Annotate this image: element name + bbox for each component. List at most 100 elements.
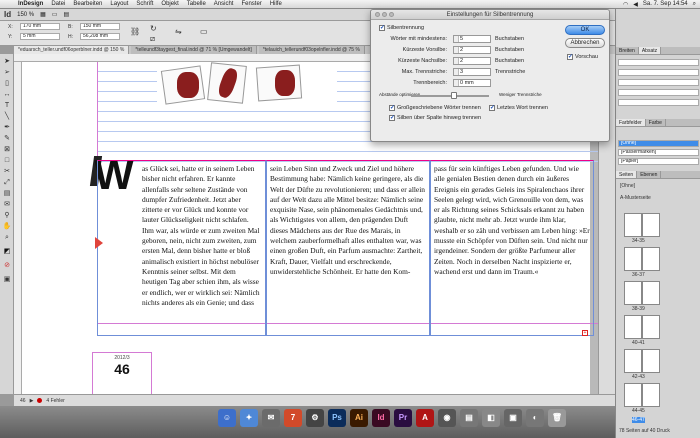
across-column-checkbox[interactable]: ✓ Silben über Spalte hinweg trennen <box>389 115 481 121</box>
hand-tool-icon[interactable]: ✋ <box>2 223 12 231</box>
zoom-level[interactable]: 150 % <box>17 12 34 18</box>
photoshop-dock-icon[interactable]: Ps <box>328 409 346 427</box>
text-frame-column-2[interactable]: sein Leben Sinn und Zweck und Ziel und h… <box>266 160 430 336</box>
page-tool-icon[interactable]: ▯ <box>2 80 12 88</box>
page-thumbnail[interactable] <box>642 349 660 373</box>
capitalized-words-checkbox[interactable]: ✓ Großgeschriebene Wörter trennen <box>389 105 481 111</box>
last-word-checkbox[interactable]: ✓ Letztes Wort trennen <box>489 105 548 111</box>
app-dock-icon[interactable]: ▣ <box>504 409 522 427</box>
paragraph-indent-field[interactable] <box>618 69 699 76</box>
page-thumbnail[interactable] <box>624 247 642 271</box>
calendar-dock-icon[interactable]: 7 <box>284 409 302 427</box>
stepper-icon[interactable] <box>454 58 459 64</box>
paragraph-indent-field[interactable] <box>618 59 699 66</box>
type-tool-icon[interactable]: T <box>2 102 12 110</box>
y-field[interactable]: 5 mm <box>20 33 60 40</box>
master-a[interactable]: A-Musterseite <box>620 195 651 201</box>
tab-document-3[interactable]: *telauich_tellerundf03opelnfler.indd @ 7… <box>258 46 365 54</box>
preferences-dock-icon[interactable]: ⚙ <box>306 409 324 427</box>
menu-schrift[interactable]: Schrift <box>132 1 157 7</box>
page-thumbnail[interactable] <box>642 281 660 305</box>
preview-checkbox[interactable]: ✓ Vorschau <box>567 54 598 60</box>
page-thumbnail[interactable] <box>624 281 642 305</box>
illustrator-dock-icon[interactable]: Ai <box>350 409 368 427</box>
fill-stroke-icon[interactable]: ◩ <box>2 248 12 256</box>
close-icon[interactable] <box>375 12 380 17</box>
trash-dock-icon[interactable]: 🗑 <box>548 409 566 427</box>
folio-box[interactable]: 2012/3 46 <box>92 352 152 394</box>
page-thumbnail[interactable] <box>624 349 642 373</box>
tab-document-2[interactable]: *telleundf3taygest_final.indd @ 71 % [Um… <box>131 46 257 54</box>
page-navigation-field[interactable]: 46 <box>20 398 26 404</box>
tab-seiten[interactable]: Seiten <box>616 171 638 178</box>
tab-breiten[interactable]: Breiten <box>616 47 639 54</box>
zoom-tool-icon[interactable]: ⌕ <box>2 234 12 242</box>
tab-farbfelder[interactable]: Farbfelder <box>616 119 646 126</box>
hyphenation-slider[interactable] <box>411 92 489 99</box>
spread-label-selected[interactable]: 46-47 <box>632 417 645 423</box>
menu-tabelle[interactable]: Tabelle <box>183 1 210 7</box>
direct-selection-tool-icon[interactable]: ➢ <box>2 69 12 77</box>
swatch-paper[interactable]: [Papier] <box>618 158 699 165</box>
menu-app[interactable]: InDesign <box>14 1 47 7</box>
menu-bearbeiten[interactable]: Bearbeiten <box>69 1 106 7</box>
volume-icon[interactable]: ◀ <box>633 1 638 8</box>
menu-ansicht[interactable]: Ansicht <box>210 1 238 7</box>
menu-objekt[interactable]: Objekt <box>157 1 182 7</box>
stroke-icon[interactable]: ▭ <box>200 27 208 36</box>
stepper-icon[interactable] <box>454 69 459 75</box>
slider-knob[interactable] <box>451 92 457 99</box>
zoom-icon[interactable] <box>389 12 394 17</box>
stepper-icon[interactable] <box>454 80 459 86</box>
next-page-icon[interactable]: ▶ <box>30 398 34 404</box>
cancel-button[interactable]: Abbrechen <box>565 38 605 48</box>
indesign-dock-icon[interactable]: Id <box>372 409 390 427</box>
note-tool-icon[interactable]: ✉ <box>2 201 12 209</box>
minimize-icon[interactable] <box>382 12 387 17</box>
max-hyphens-input[interactable]: 3 <box>453 68 491 76</box>
finder-dock-icon[interactable]: ☺ <box>218 409 236 427</box>
app-dock-icon[interactable]: ▤ <box>460 409 478 427</box>
hyphenation-checkbox[interactable]: ✓ Silbentrennung <box>379 25 424 31</box>
overset-text-icon[interactable]: + <box>582 330 588 336</box>
min-word-input[interactable]: 5 <box>453 35 491 43</box>
swatch-registration[interactable]: [Passermarken] <box>618 149 699 156</box>
flip-icon[interactable]: ⇋ <box>175 27 182 36</box>
view-mode-icon[interactable]: ▣ <box>2 276 12 284</box>
page-thumbnail[interactable] <box>642 247 660 271</box>
min-prefix-input[interactable]: 2 <box>453 46 491 54</box>
page-thumbnail[interactable] <box>642 213 660 237</box>
arrange-icon[interactable]: ▤ <box>63 11 69 18</box>
apply-none-icon[interactable]: ⊘ <box>2 262 12 270</box>
dropcap-field[interactable] <box>618 99 699 106</box>
free-transform-tool-icon[interactable]: ⤢ <box>2 179 12 187</box>
tab-absatz[interactable]: Absatz <box>638 47 662 54</box>
text-frame-column-3[interactable]: pass für sein künftiges Leben gefunden. … <box>430 160 594 336</box>
dialog-titlebar[interactable]: Einstellungen für Silbentrennung <box>371 10 609 20</box>
page-thumbnail[interactable] <box>642 315 660 339</box>
spotlight-icon[interactable]: ⌕ <box>693 1 696 8</box>
page-thumbnail[interactable] <box>624 213 642 237</box>
x-field[interactable]: 170 mm <box>20 23 60 30</box>
tab-document-1[interactable]: *eduarsch_teller.undf06operblner.indd @ … <box>14 46 130 54</box>
wifi-icon[interactable]: ◠ <box>623 1 628 8</box>
line-tool-icon[interactable]: ╲ <box>2 113 12 121</box>
constrain-icon[interactable]: ⛓ <box>130 27 140 36</box>
vertical-ruler[interactable] <box>14 62 22 394</box>
app-dock-icon[interactable]: ◉ <box>438 409 456 427</box>
page-thumbnail[interactable] <box>624 383 642 407</box>
page-thumbnail[interactable] <box>624 315 642 339</box>
gradient-tool-icon[interactable]: ▤ <box>2 190 12 198</box>
width-field[interactable]: 150 mm <box>80 23 120 30</box>
selection-tool-icon[interactable]: ➤ <box>2 58 12 66</box>
paragraph-spacing-field[interactable] <box>618 79 699 86</box>
swatch-none[interactable]: [Ohne] <box>618 140 699 147</box>
photo-frame[interactable] <box>157 62 337 106</box>
master-none[interactable]: [Ohne] <box>620 183 635 189</box>
stepper-icon[interactable] <box>454 36 459 42</box>
app-dock-icon[interactable]: ◧ <box>482 409 500 427</box>
hyphenation-zone-input[interactable]: 0 mm <box>453 79 491 87</box>
pen-tool-icon[interactable]: ✒ <box>2 124 12 132</box>
safari-dock-icon[interactable]: ✦ <box>240 409 258 427</box>
menu-hilfe[interactable]: Hilfe <box>266 1 286 7</box>
